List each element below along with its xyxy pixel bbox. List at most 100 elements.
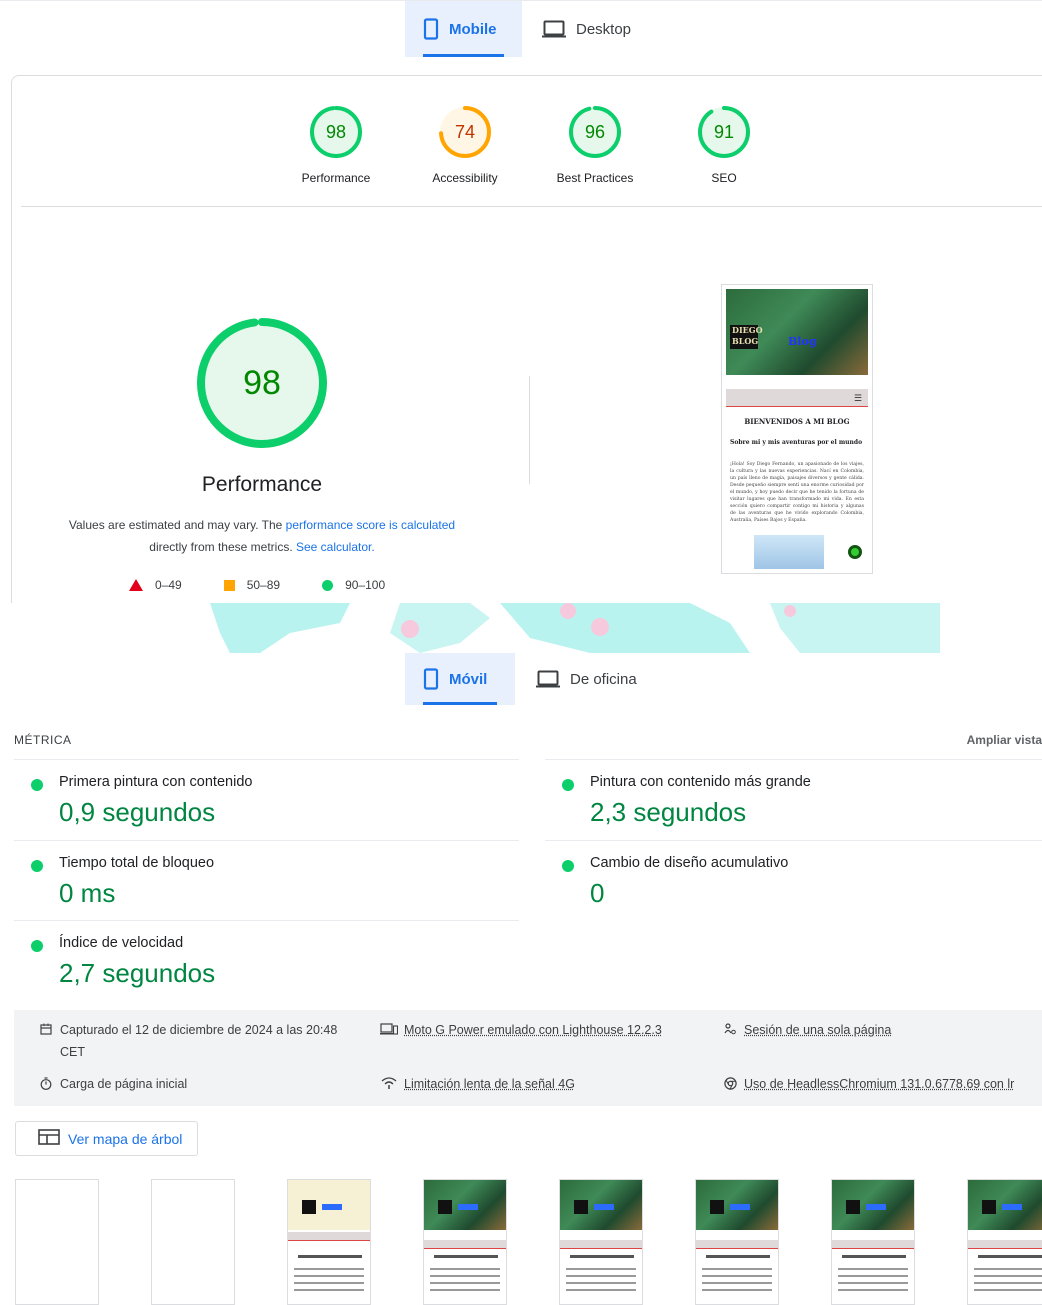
filmstrip-frame — [151, 1179, 235, 1305]
laptop-icon — [536, 670, 560, 688]
pass-circle-icon — [562, 860, 574, 872]
legend-pass-label: 90–100 — [345, 578, 385, 592]
expand-view-toggle[interactable]: Ampliar vista — [967, 733, 1042, 747]
metric-lcp: Pintura con contenido más grande 2,3 seg… — [545, 759, 1042, 839]
filmstrip-frame — [831, 1179, 915, 1305]
tab-movil-label: Móvil — [449, 671, 487, 688]
frame-heading — [842, 1255, 906, 1258]
gauge-seo[interactable]: 91 SEO — [664, 104, 784, 185]
treemap-icon — [38, 1129, 60, 1148]
tab-desktop[interactable]: Desktop — [524, 1, 654, 57]
metric-speed-index: Índice de velocidad 2,7 segundos — [14, 920, 519, 1000]
metric-tbt: Tiempo total de bloqueo 0 ms — [14, 840, 519, 920]
svg-text:96: 96 — [585, 122, 605, 142]
user-icon — [722, 1019, 738, 1035]
gauge-accessibility[interactable]: 74 Accessibility — [405, 104, 525, 185]
pass-circle-icon — [31, 860, 43, 872]
pass-circle-icon — [562, 779, 574, 791]
gauge-performance[interactable]: 98 Performance — [276, 104, 396, 185]
tab-mobile-label: Mobile — [449, 21, 497, 38]
frame-brand — [730, 1204, 750, 1210]
gauge-best-practices[interactable]: 96 Best Practices — [535, 104, 655, 185]
vertical-divider — [529, 376, 530, 484]
circle-icon — [322, 580, 333, 591]
frame-text-line — [838, 1282, 908, 1284]
runtime-settings: Capturado el 12 de diciembre de 2024 a l… — [14, 1010, 1042, 1106]
frame-brand — [866, 1204, 886, 1210]
runtime-session-text: Sesión de una sola página — [744, 1019, 891, 1041]
frame-navbar — [560, 1240, 642, 1249]
frame-navbar — [288, 1232, 370, 1241]
menu-icon: ☰ — [854, 393, 862, 404]
stopwatch-icon — [38, 1073, 54, 1090]
frame-heading — [434, 1255, 498, 1258]
frame-text-line — [294, 1282, 364, 1284]
metric-label: Primera pintura con contenido — [59, 774, 252, 790]
frame-text-line — [702, 1275, 772, 1277]
metric-label: Pintura con contenido más grande — [590, 774, 811, 790]
gauge-seo-ring: 91 — [696, 104, 752, 160]
frame-logo — [438, 1200, 452, 1214]
whatsapp-icon — [848, 545, 862, 559]
tab-mobile[interactable]: Mobile — [405, 1, 522, 57]
desc-middle: directly from these metrics. — [149, 540, 296, 554]
metric-label: Cambio de diseño acumulativo — [590, 855, 788, 871]
frame-text-line — [974, 1289, 1042, 1291]
svg-text:98: 98 — [326, 122, 346, 142]
metrics-header: MÉTRICA Ampliar vista — [14, 733, 1042, 747]
filmstrip-frame — [559, 1179, 643, 1305]
runtime-throttling[interactable]: Limitación lenta de la señal 4G — [380, 1073, 575, 1095]
frame-text-line — [838, 1275, 908, 1277]
metrics-title: MÉTRICA — [14, 733, 72, 747]
frame-navbar — [968, 1240, 1042, 1249]
final-screenshot[interactable]: DIEGO BLOG Blog ☰ BIENVENIDOS A MI BLOG … — [721, 284, 873, 574]
frame-text-line — [702, 1282, 772, 1284]
gauge-performance-ring: 98 — [308, 104, 364, 160]
frame-text-line — [566, 1282, 636, 1284]
signal-icon — [380, 1073, 398, 1089]
view-treemap-label: Ver mapa de árbol — [68, 1131, 182, 1147]
runtime-throttling-text: Limitación lenta de la señal 4G — [404, 1073, 575, 1095]
runtime-captured: Capturado el 12 de diciembre de 2024 a l… — [38, 1019, 358, 1063]
metric-label: Tiempo total de bloqueo — [59, 855, 214, 871]
runtime-device[interactable]: Moto G Power emulado con Lighthouse 12.2… — [380, 1019, 662, 1041]
runtime-session[interactable]: Sesión de una sola página — [722, 1019, 891, 1041]
svg-text:98: 98 — [243, 364, 281, 402]
triangle-icon — [129, 579, 143, 591]
tab-de-oficina-label: De oficina — [570, 671, 637, 688]
view-treemap-button[interactable]: Ver mapa de árbol — [15, 1121, 198, 1156]
gauge-seo-label: SEO — [664, 171, 784, 185]
frame-heading — [298, 1255, 362, 1258]
performance-title: Performance — [112, 473, 412, 497]
frame-text-line — [566, 1268, 636, 1270]
runtime-browser-text: Uso de HeadlessChromium 131.0.6778.69 co… — [744, 1073, 1014, 1095]
frame-logo — [302, 1200, 316, 1214]
tab-de-oficina[interactable]: De oficina — [518, 653, 658, 705]
frame-logo — [574, 1200, 588, 1214]
chrome-icon — [722, 1073, 738, 1090]
frame-navbar — [832, 1240, 914, 1249]
filmstrip-frame — [695, 1179, 779, 1305]
screenshot-subheading: Sobre mi y mis aventuras por el mundo — [730, 439, 862, 446]
gauge-best-practices-label: Best Practices — [535, 171, 655, 185]
see-calculator-link[interactable]: See calculator. — [296, 540, 375, 554]
frame-text-line — [974, 1282, 1042, 1284]
runtime-device-text: Moto G Power emulado con Lighthouse 12.2… — [404, 1019, 662, 1041]
frame-text-line — [838, 1289, 908, 1291]
device-tabs-localized: Móvil De oficina — [0, 653, 1042, 705]
tab-movil[interactable]: Móvil — [405, 653, 515, 705]
square-icon — [224, 580, 235, 591]
pass-circle-icon — [31, 940, 43, 952]
runtime-browser[interactable]: Uso de HeadlessChromium 131.0.6778.69 co… — [722, 1073, 1014, 1095]
filmstrip-frame — [967, 1179, 1042, 1305]
performance-score-link[interactable]: performance score is calculated — [286, 518, 455, 532]
active-tab-indicator — [423, 702, 497, 705]
laptop-icon — [542, 20, 566, 38]
screenshot-navbar: ☰ — [726, 389, 868, 407]
svg-text:91: 91 — [714, 122, 734, 142]
device-tabs: Mobile Desktop — [0, 0, 1042, 60]
frame-logo — [846, 1200, 860, 1214]
runtime-load-text: Carga de página inicial — [60, 1073, 187, 1095]
performance-description: Values are estimated and may vary. The p… — [42, 514, 482, 558]
metric-value: 0,9 segundos — [59, 797, 215, 828]
